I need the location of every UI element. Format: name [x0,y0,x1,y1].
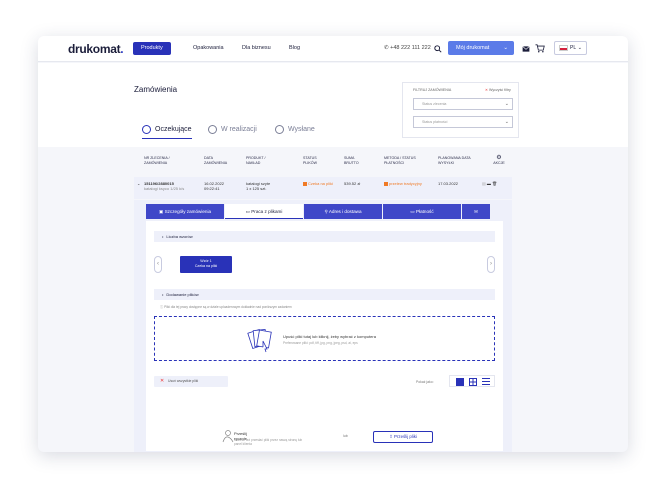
product-cell: katalogi szyte 1 x 125 szt. [246,181,271,191]
files-card: Liczba wzorów ‹ Wzór 1Czeka na pliki › D… [146,221,503,451]
drop-zone-title: Upuść pliki tutaj lub kliknij, żeby wybr… [283,334,376,339]
tab-pending[interactable]: Oczekujące [142,123,192,139]
language-select[interactable]: PL ⌄ [554,41,587,55]
orders-table-header: NR ZLECENIA / ZAMÓWIENIA DATA ZAMÓWIENIA… [134,154,512,176]
mail-icon[interactable] [519,42,532,55]
table-row[interactable]: ⌄ 151196/2880015 katalogi ksyco 1/25 k/s … [134,177,512,199]
column-header-order-no: NR ZLECENIA / ZAMÓWIENIA [144,156,170,165]
column-header-actions: ⚙ AKCJE [493,155,505,165]
order-date-cell: 16.02.2022 09:22:41 [204,181,225,191]
ship-date-cell: 17.03.2022 [438,181,459,186]
column-header-payment: METODA / STATUS PŁATNOŚCI [384,156,416,165]
order-status-select[interactable]: Status zlecenia ⌄ [413,98,513,110]
row-actions: ▤ ▬ 🗑 [482,181,497,186]
column-header-date: DATA ZAMÓWIENIA [204,156,228,165]
payment-cell: przelew tradycyjny [384,181,422,186]
filter-panel: FILTRUJ ZAMÓWIENIA ✕ Wyczyść filtry Stat… [402,82,519,138]
tab-payment[interactable]: ▭ Płatność [383,204,461,219]
nav-business-link[interactable]: Dla biznesu [234,42,279,55]
section-versions: Liczba wzorów [154,231,495,242]
column-header-product: PRODUKT / NAKŁAD [246,156,266,165]
print-icon[interactable]: ▬ [487,181,491,186]
documents-upload-icon [247,328,272,353]
send-files-button[interactable]: ⇪ Prześlij pliki [373,431,433,443]
chevron-down-icon: ⌄ [504,101,509,107]
top-bar: drukomat. Produkty Opakowania Dla biznes… [38,36,628,62]
account-button[interactable]: Mój drukomat ⌄ [448,41,514,55]
file-drop-zone[interactable]: Upuść pliki tutaj lub kliknij, żeby wybr… [154,316,495,361]
view-list-icon[interactable] [482,378,490,386]
chevron-down-icon: ⌄ [577,45,582,51]
close-icon: ✕ [160,378,165,384]
expand-icon[interactable]: ⌄ [137,181,140,186]
page-header: Zamówienia Oczekujące W realizacji Wysła… [38,63,628,147]
column-header-file-status: STATUS PLIKÓW [303,156,317,165]
chevron-down-icon: ⌄ [504,119,509,125]
warning-icon [384,181,388,186]
trash-icon[interactable]: 🗑 [492,181,497,186]
delete-all-files-button[interactable]: ✕ Usuń wszystkie pliki [154,376,228,387]
mail-icon: ✉ [474,209,478,214]
nav-packaging-link[interactable]: Opakowania [185,42,232,55]
view-label: Pokaż jako: [416,380,434,384]
clear-filters-button[interactable]: ✕ Wyczyść filtry [485,88,511,92]
flag-pl-icon [559,45,568,51]
search-icon[interactable] [431,42,444,55]
tab-work-with-files[interactable]: ▭ Praca z plikami [225,204,303,219]
drop-zone-subtitle: Preferowane pliki: pdf, tiff, jpg, png, … [283,341,358,345]
chevron-down-icon: ⌄ [503,45,508,51]
tab-messages[interactable]: ✉ [462,204,490,219]
clock-icon [142,124,151,134]
hand-upload-icon [222,430,234,443]
app-window: drukomat. Produkty Opakowania Dla biznes… [38,36,628,452]
truck-icon [275,124,284,134]
progress-icon [208,124,217,134]
next-arrow-button[interactable]: › [487,256,495,273]
order-id-cell: 151196/2880015 katalogi ksyco 1/25 k/s [144,181,185,191]
page-title: Zamówienia [134,85,178,94]
column-header-ship-date: PLANOWANA DATA WYSYŁKI [438,156,471,165]
warning-icon [303,181,307,186]
tab-shipped[interactable]: Wysłane [275,123,315,139]
column-header-gross: SUMA BRUTTO [344,156,359,165]
view-large-icon[interactable] [456,378,464,386]
file-status-cell: Czeka na pliki [303,181,335,186]
version-chip[interactable]: Wzór 1 Czeka na pliki [180,256,232,273]
view-switcher [449,375,495,387]
gross-cell: 539.52 zł [344,181,361,186]
nav-blog-link[interactable]: Blog [281,42,308,55]
manual-upload-subtitle: Możesz też przesłać pliki przez naszą st… [234,438,303,446]
filter-label: FILTRUJ ZAMÓWIENIA [413,88,452,92]
tab-order-details[interactable]: ▣ Szczegóły zamówienia [146,204,224,219]
order-details-panel: ▣ Szczegóły zamówienia ▭ Praca z plikami… [134,200,512,452]
cart-icon[interactable] [533,42,546,55]
copy-icon[interactable]: ▤ [482,181,486,186]
logo[interactable]: drukomat. [68,42,124,56]
section-upload: Dodawanie plików [154,289,495,300]
prev-arrow-button[interactable]: ‹ [154,256,162,273]
nav-products-button[interactable]: Produkty [133,42,171,55]
upload-info: ⓘ Pliki dla tej pracy dostępne są w dzia… [160,305,292,309]
or-separator: lub [343,434,348,438]
phone-number[interactable]: ✆ +48 222 111 222 [384,42,431,55]
tab-in-progress[interactable]: W realizacji [208,123,257,139]
payment-status-select[interactable]: Status płatności ⌄ [413,116,513,128]
tab-address-delivery[interactable]: ⚲ Adres i dostawa [304,204,382,219]
view-grid-icon[interactable] [469,378,477,386]
